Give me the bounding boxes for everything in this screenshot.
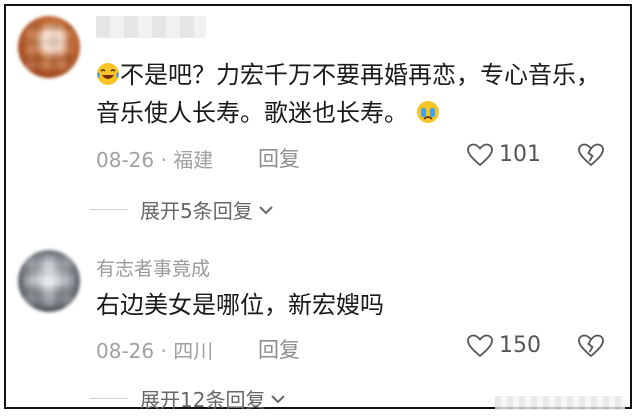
broken-heart-icon bbox=[578, 143, 604, 167]
like-count: 101 bbox=[499, 142, 541, 167]
comment-location: 四川 bbox=[173, 339, 214, 363]
comment-date: 08-26 bbox=[96, 339, 155, 363]
like-button[interactable]: 150 bbox=[467, 333, 541, 358]
comment-meta: 08-26 · 四川 bbox=[96, 335, 213, 364]
expand-replies-label: 展开5条回复 bbox=[140, 199, 253, 223]
meta-separator: · bbox=[154, 148, 174, 172]
broken-heart-icon bbox=[578, 334, 604, 358]
comment-body: 右边美女是哪位，新宏嫂吗 bbox=[96, 291, 384, 319]
divider-line bbox=[90, 209, 128, 210]
avatar[interactable] bbox=[18, 16, 80, 78]
avatar[interactable] bbox=[18, 250, 80, 312]
comment-location: 福建 bbox=[173, 148, 214, 172]
dislike-button[interactable] bbox=[577, 333, 605, 363]
laughing-crying-emoji-icon bbox=[97, 63, 119, 85]
chevron-down-icon bbox=[259, 205, 273, 214]
crying-emoji-icon bbox=[416, 101, 439, 123]
username-blurred[interactable] bbox=[96, 16, 206, 38]
comment-body: 不是吧？力宏千万不要再婚再恋，专心音乐，音乐使人长寿。歌迷也长寿。 bbox=[96, 61, 600, 127]
comment-text: 不是吧？力宏千万不要再婚再恋，专心音乐，音乐使人长寿。歌迷也长寿。 bbox=[96, 56, 616, 132]
like-button[interactable]: 101 bbox=[467, 142, 541, 167]
heart-icon bbox=[467, 143, 493, 166]
meta-separator: · bbox=[154, 339, 174, 363]
comment-meta: 08-26 · 福建 bbox=[96, 144, 213, 173]
watermark bbox=[495, 396, 625, 410]
chevron-down-icon bbox=[271, 394, 286, 403]
username[interactable]: 有志者事竟成 bbox=[96, 254, 210, 281]
divider-line bbox=[90, 398, 128, 399]
heart-icon bbox=[467, 334, 493, 357]
expand-replies-label: 展开12条回复 bbox=[140, 388, 266, 412]
reply-button[interactable]: 回复 bbox=[258, 143, 300, 173]
comment-date: 08-26 bbox=[96, 148, 155, 172]
comment-text: 右边美女是哪位，新宏嫂吗 bbox=[96, 286, 616, 324]
expand-replies-button[interactable]: 展开5条回复 bbox=[90, 195, 275, 224]
reply-button[interactable]: 回复 bbox=[258, 334, 300, 364]
dislike-button[interactable] bbox=[577, 142, 605, 172]
like-count: 150 bbox=[499, 333, 541, 358]
expand-replies-button[interactable]: 展开12条回复 bbox=[90, 384, 287, 413]
